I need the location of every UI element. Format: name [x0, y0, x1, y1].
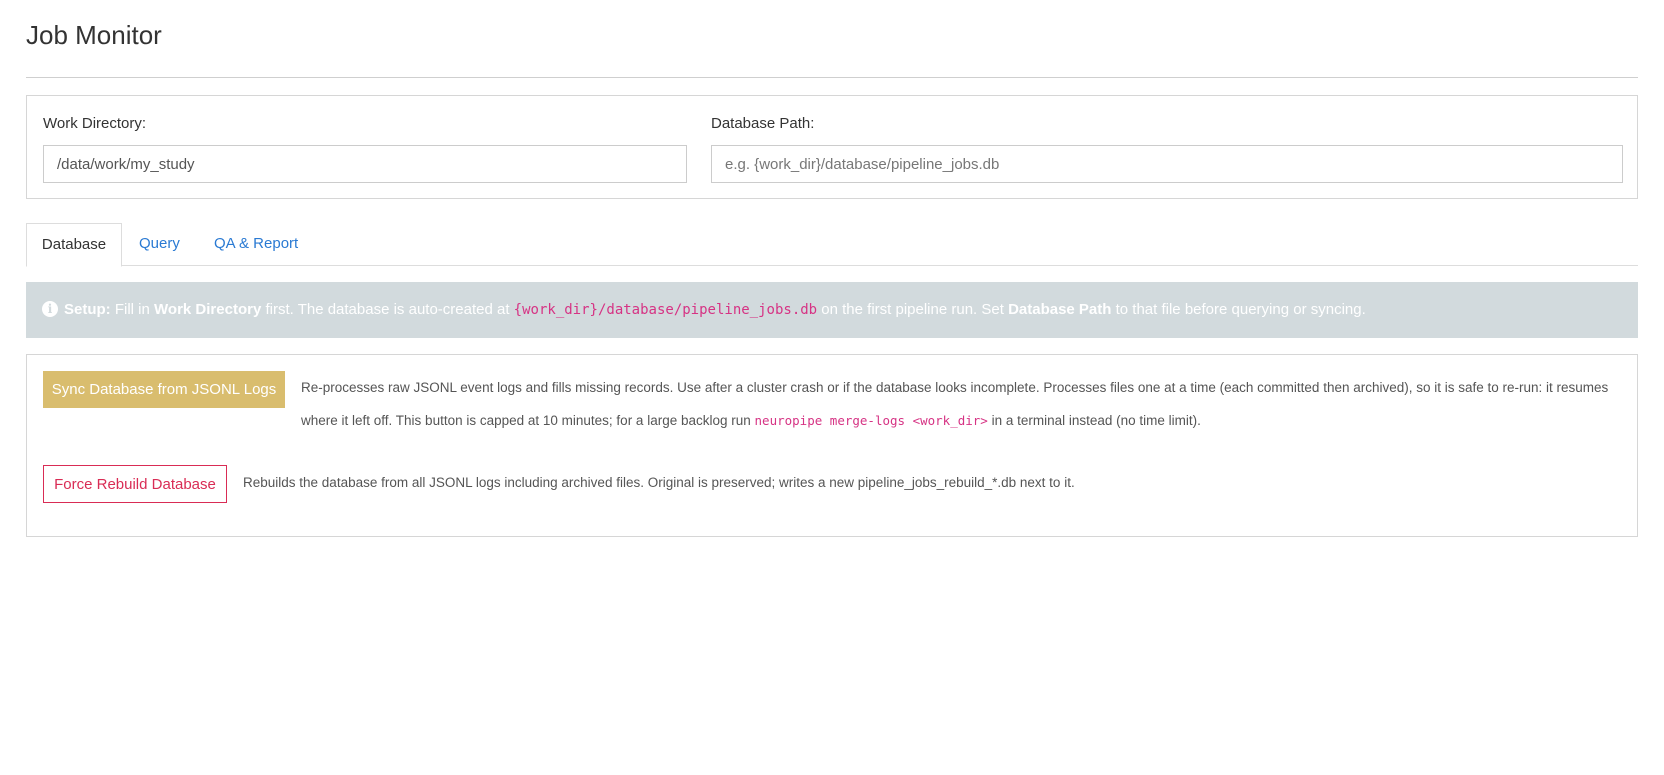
page-title: Job Monitor	[26, 20, 162, 50]
database-actions-panel: Sync Database from JSONL Logs Re-process…	[26, 354, 1638, 537]
settings-panel: Work Directory: Database Path:	[26, 95, 1638, 199]
setup-text-2: first. The database is auto-created at	[265, 301, 510, 318]
sync-database-button[interactable]: Sync Database from JSONL Logs	[43, 371, 285, 408]
database-path-label: Database Path:	[711, 115, 815, 132]
database-path-strong: Database Path	[1008, 301, 1112, 318]
database-path-input[interactable]	[711, 145, 1623, 183]
setup-info-banner: i Setup: Fill in Work Directory first. Th…	[26, 282, 1638, 338]
sync-block: Sync Database from JSONL Logs Re-process…	[43, 371, 1623, 437]
info-circle-icon: i	[42, 300, 58, 317]
tab-qa-report[interactable]: QA & Report	[214, 223, 298, 266]
work-directory-input[interactable]	[43, 145, 687, 183]
db-path-code: {work_dir}/database/pipeline_jobs.db	[513, 302, 818, 318]
title-divider	[26, 77, 1638, 78]
setup-text-3: on the first pipeline run. Set	[821, 301, 1004, 318]
tab-bar: Database Query QA & Report	[26, 223, 1638, 267]
setup-text-4: to that file before querying or syncing.	[1115, 301, 1366, 318]
tab-database[interactable]: Database	[26, 223, 122, 267]
work-directory-strong: Work Directory	[154, 301, 262, 318]
force-rebuild-button[interactable]: Force Rebuild Database	[43, 465, 227, 503]
rebuild-row: Force Rebuild Database Rebuilds the data…	[43, 465, 1623, 503]
sync-help-text-2: in a terminal instead (no time limit).	[991, 413, 1201, 428]
rebuild-help-text: Rebuilds the database from all JSONL log…	[243, 475, 1075, 490]
setup-label: Setup:	[64, 301, 111, 318]
merge-logs-command: neuropipe merge-logs <work_dir>	[754, 413, 988, 428]
tab-query[interactable]: Query	[139, 223, 180, 266]
work-directory-field-group: Work Directory:	[43, 113, 687, 183]
database-path-field-group: Database Path:	[711, 113, 1623, 183]
work-directory-label: Work Directory:	[43, 115, 147, 132]
setup-text-1: Fill in	[114, 301, 150, 318]
